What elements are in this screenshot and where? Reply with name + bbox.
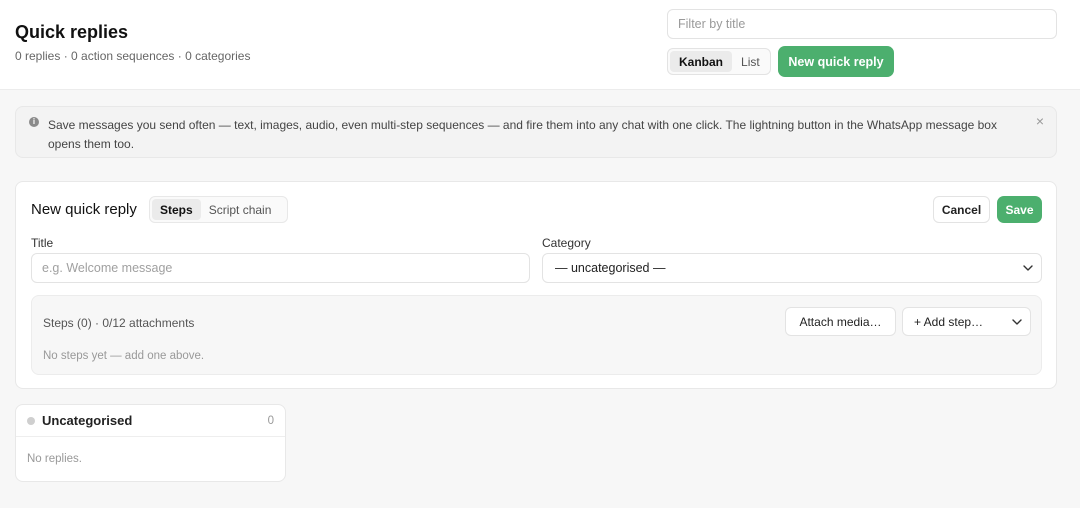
- title-input[interactable]: [31, 253, 530, 283]
- steps-empty-message: No steps yet — add one above.: [43, 350, 205, 362]
- new-quick-reply-button[interactable]: New quick reply: [778, 46, 894, 77]
- column-empty-message: No replies.: [27, 453, 82, 465]
- chevron-down-icon: [1012, 319, 1022, 325]
- kanban-view-button[interactable]: Kanban: [670, 51, 733, 72]
- list-view-button[interactable]: List: [732, 51, 769, 72]
- info-icon: i: [29, 117, 39, 127]
- mode-toggle: Steps Script chain: [149, 196, 288, 223]
- column-title: Uncategorised: [42, 413, 133, 428]
- title-label: Title: [31, 236, 54, 250]
- page-title: Quick replies: [15, 22, 129, 42]
- save-button[interactable]: Save: [997, 196, 1042, 223]
- form-title: New quick reply: [31, 201, 137, 218]
- steps-heading: Steps (0) · 0/12 attachments: [43, 316, 195, 330]
- add-step-select[interactable]: + Add step…: [902, 307, 1031, 336]
- filter-input[interactable]: [667, 9, 1057, 39]
- attach-media-button[interactable]: Attach media…: [785, 307, 896, 336]
- info-text: Save messages you send often — text, ima…: [48, 118, 997, 151]
- close-icon[interactable]: ×: [1036, 113, 1044, 129]
- new-reply-form: New quick reply Steps Script chain Cance…: [15, 181, 1057, 389]
- category-value: — uncategorised —: [555, 261, 666, 275]
- category-dot-icon: [27, 417, 35, 425]
- kanban-column-uncategorised: Uncategorised 0 No replies.: [15, 404, 286, 482]
- column-count: 0: [267, 415, 274, 427]
- steps-mode-button[interactable]: Steps: [152, 199, 201, 220]
- chevron-down-icon: [1023, 265, 1033, 271]
- column-header: Uncategorised 0: [16, 405, 285, 437]
- cancel-button[interactable]: Cancel: [933, 196, 990, 223]
- page-subtitle: 0 replies · 0 action sequences · 0 categ…: [15, 49, 251, 63]
- script-chain-mode-button[interactable]: Script chain: [201, 199, 280, 220]
- add-step-label: + Add step…: [914, 314, 984, 329]
- category-label: Category: [542, 236, 591, 250]
- info-banner: i Save messages you send often — text, i…: [15, 106, 1057, 158]
- category-select[interactable]: — uncategorised —: [542, 253, 1042, 283]
- view-toggle: Kanban List: [667, 48, 771, 75]
- steps-panel: Steps (0) · 0/12 attachments No steps ye…: [31, 295, 1042, 375]
- page-header: Quick replies 0 replies · 0 action seque…: [0, 0, 1080, 90]
